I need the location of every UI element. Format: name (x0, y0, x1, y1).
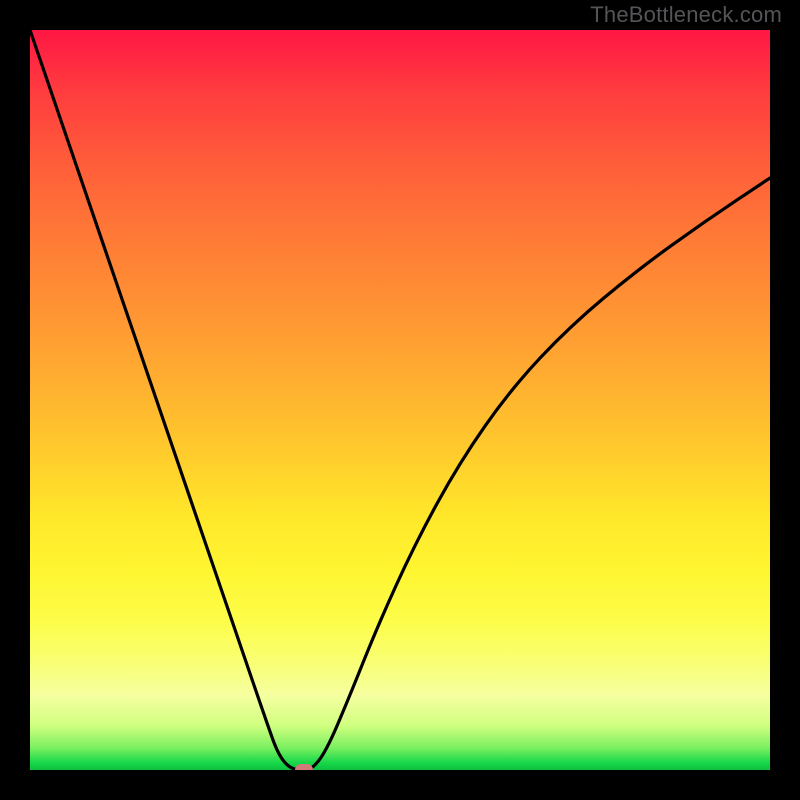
curve-svg (30, 30, 770, 770)
plot-area (30, 30, 770, 770)
optimal-point-marker (295, 764, 313, 770)
chart-frame: TheBottleneck.com (0, 0, 800, 800)
bottleneck-curve (30, 30, 770, 770)
watermark-text: TheBottleneck.com (590, 2, 782, 28)
